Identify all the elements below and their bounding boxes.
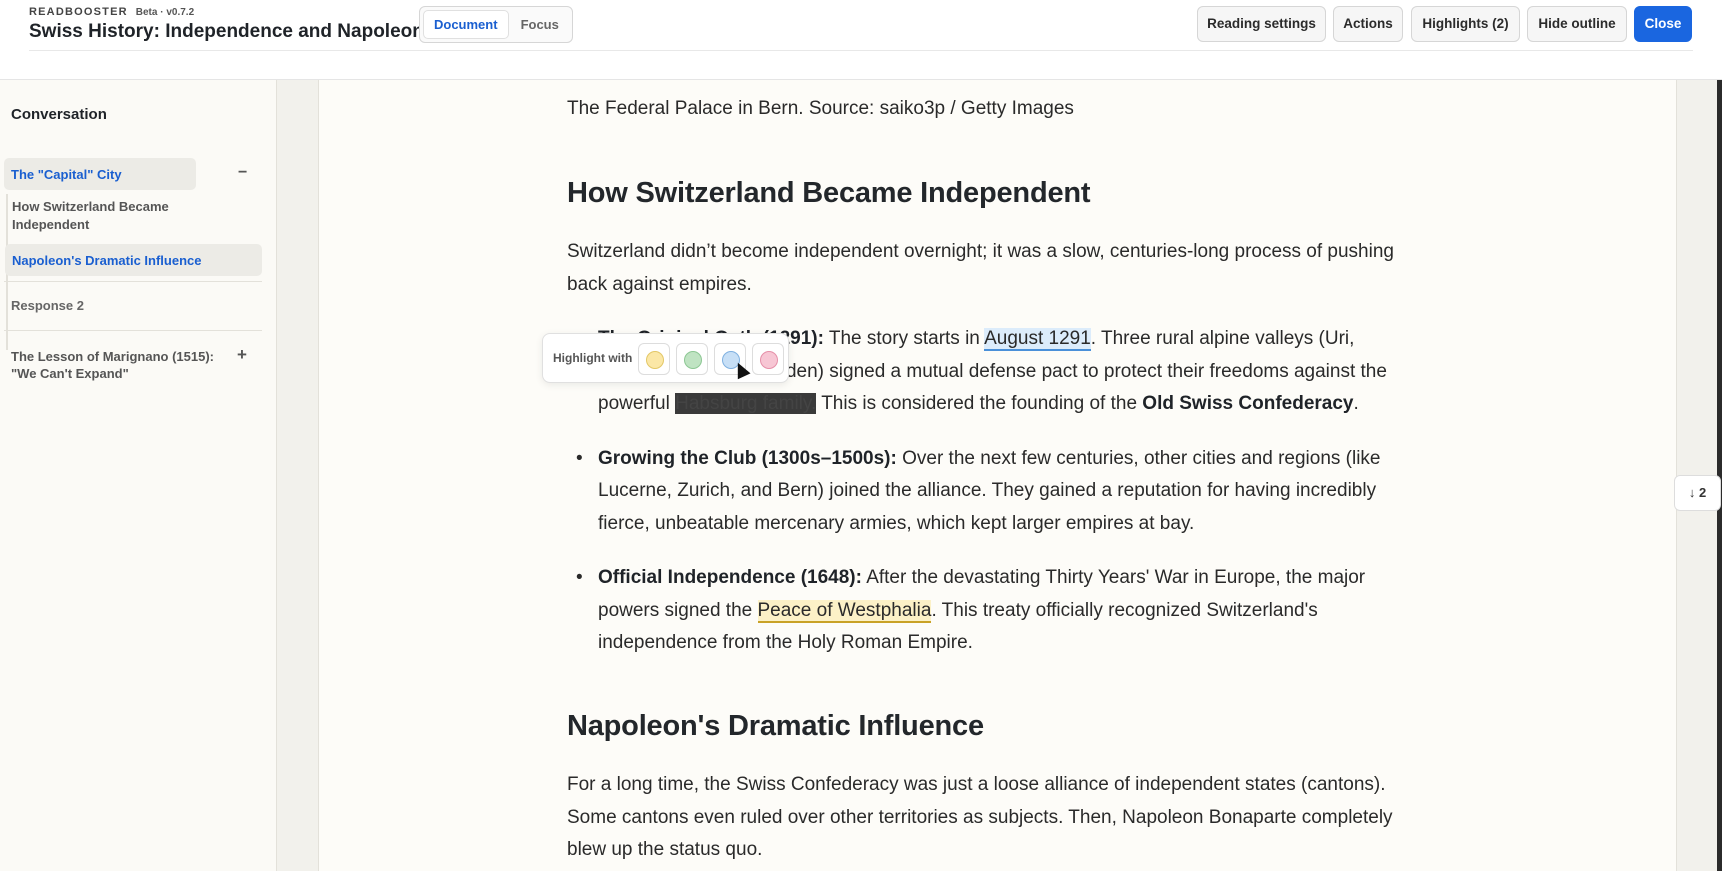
pink-dot-icon bbox=[760, 351, 778, 369]
highlight-green-button[interactable] bbox=[676, 343, 708, 375]
yellow-dot-icon bbox=[646, 351, 664, 369]
sidebar-divider bbox=[4, 281, 262, 282]
sidebar-item-napoleons-influence[interactable]: Napoleon's Dramatic Influence bbox=[5, 244, 262, 276]
sidebar-divider bbox=[4, 330, 262, 331]
actions-button[interactable]: Actions bbox=[1333, 6, 1403, 42]
sidebar-title: Conversation bbox=[11, 106, 107, 123]
document-title: Swiss History: Independence and Napoleon bbox=[29, 21, 424, 42]
hide-outline-button[interactable]: Hide outline bbox=[1527, 6, 1627, 42]
bullet-lead: Growing the Club (1300s–1500s): bbox=[598, 447, 897, 469]
header-divider bbox=[29, 50, 1693, 51]
highlight-peace-of-westphalia[interactable]: Peace of Westphalia bbox=[757, 599, 932, 623]
reading-settings-button[interactable]: Reading settings bbox=[1197, 6, 1326, 42]
section-heading-independence: How Switzerland Became Independent bbox=[567, 177, 1091, 209]
bullet-bold: Old Swiss Confederacy bbox=[1142, 393, 1354, 414]
tab-focus[interactable]: Focus bbox=[511, 10, 569, 39]
expand-icon[interactable]: + bbox=[237, 345, 247, 365]
sidebar-item-label: The "Capital" City bbox=[11, 167, 122, 182]
brand-name: READBOOSTER bbox=[29, 6, 128, 18]
collapse-icon[interactable]: − bbox=[238, 164, 247, 182]
highlight-august-1291[interactable]: August 1291 bbox=[984, 328, 1091, 351]
sidebar-item-capital-city[interactable]: The "Capital" City bbox=[4, 158, 196, 190]
app-header: READBOOSTER Beta · v0.7.2 Swiss History:… bbox=[0, 0, 1722, 80]
jump-to-highlight-button[interactable]: ↓ 2 bbox=[1674, 475, 1721, 511]
highlight-pink-button[interactable] bbox=[752, 343, 784, 375]
outline-sidebar: Conversation The "Capital" City − How Sw… bbox=[0, 80, 277, 871]
sidebar-item-label: Napoleon's Dramatic Influence bbox=[12, 253, 202, 268]
bullet-text: This is considered the founding of the bbox=[816, 393, 1143, 414]
image-caption: The Federal Palace in Bern. Source: saik… bbox=[567, 98, 1074, 119]
close-button[interactable]: Close bbox=[1634, 6, 1692, 42]
sidebar-item-how-switzerland-became-independent[interactable]: How Switzerland Became Independent bbox=[12, 198, 212, 234]
text-selection[interactable]: Habsburg family. bbox=[675, 393, 817, 414]
section-intro: Switzerland didn’t become independent ov… bbox=[567, 241, 1394, 295]
tab-document[interactable]: Document bbox=[423, 10, 509, 39]
bullet-text: The story starts in bbox=[823, 328, 985, 349]
section-heading-napoleon: Napoleon's Dramatic Influence bbox=[567, 710, 984, 742]
view-mode-toggle: Document Focus bbox=[419, 6, 573, 43]
brand-row: READBOOSTER Beta · v0.7.2 bbox=[29, 6, 194, 18]
highlight-with-label: Highlight with bbox=[553, 351, 633, 365]
list-item: Official Independence (1648): After the … bbox=[567, 562, 1427, 660]
version-label: Beta · v0.7.2 bbox=[135, 7, 195, 18]
bullet-lead: Official Independence (1648): bbox=[598, 567, 862, 588]
highlights-button[interactable]: Highlights (2) bbox=[1411, 6, 1520, 42]
highlight-popover: Highlight with bbox=[542, 333, 789, 383]
highlight-yellow-button[interactable] bbox=[638, 343, 670, 375]
bullet-text: . bbox=[1353, 393, 1359, 414]
left-gutter bbox=[277, 80, 318, 871]
section-intro: For a long time, the Swiss Confederacy w… bbox=[567, 774, 1393, 860]
sidebar-item-lesson-of-marignano[interactable]: The Lesson of Marignano (1515): "We Can'… bbox=[11, 348, 221, 382]
green-dot-icon bbox=[684, 351, 702, 369]
list-item: Growing the Club (1300s–1500s): Over the… bbox=[567, 443, 1427, 541]
sidebar-item-response-2[interactable]: Response 2 bbox=[11, 298, 84, 313]
